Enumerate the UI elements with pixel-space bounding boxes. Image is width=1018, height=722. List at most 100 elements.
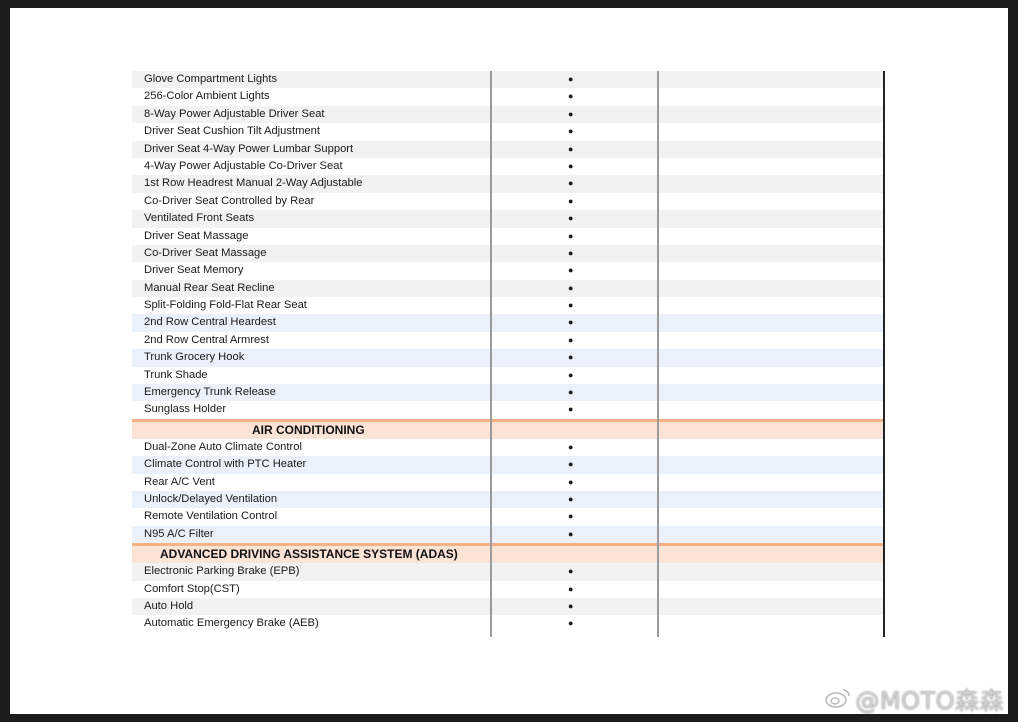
standard-mark: ●: [568, 265, 574, 276]
table-row: Climate Control with PTC Heater ●: [132, 456, 885, 474]
table-row: Co-Driver Seat Massage ●: [132, 244, 885, 263]
section-header-air-conditioning: AIR CONDITIONING: [132, 418, 885, 439]
section-header-adas: ADVANCED DRIVING ASSISTANCE SYSTEM (ADAS…: [132, 543, 885, 564]
table-row: N95 A/C Filter ●: [132, 525, 885, 544]
table-row: Manual Rear Seat Recline ●: [132, 279, 885, 298]
table-row: Driver Seat Cushion Tilt Adjustment ●: [132, 123, 885, 141]
table-row: Electronic Parking Brake (EPB) ●: [132, 563, 885, 581]
feature-label: Glove Compartment Lights: [144, 73, 278, 85]
document-page: Glove Compartment Lights ● 256-Color Ambie…: [10, 8, 1008, 714]
feature-label: Comfort Stop(CST): [144, 582, 240, 595]
standard-mark: ●: [568, 441, 574, 452]
standard-mark: ●: [568, 91, 574, 102]
standard-mark: ●: [568, 493, 574, 504]
section-title: ADVANCED DRIVING ASSISTANCE SYSTEM (ADAS…: [160, 547, 458, 562]
standard-mark: ●: [568, 300, 574, 311]
standard-mark: ●: [568, 600, 574, 611]
feature-label: N95 A/C Filter: [144, 527, 214, 540]
standard-mark: ●: [568, 213, 574, 224]
table-row: 8-Way Power Adjustable Driver Seat ●: [132, 105, 885, 124]
feature-label: Driver Seat Cushion Tilt Adjustment: [144, 125, 320, 138]
table-row: Automatic Emergency Brake (AEB) ●: [132, 615, 885, 633]
spec-table: Glove Compartment Lights ● 256-Color Ambie…: [132, 71, 885, 633]
table-row: Emergency Trunk Release ●: [132, 384, 885, 402]
feature-label: Dual-Zone Auto Climate Control: [144, 440, 302, 453]
feature-label: Electronic Parking Brake (EPB): [144, 565, 300, 578]
table-row: 2nd Row Central Armrest ●: [132, 331, 885, 350]
table-row: Remote Ventilation Control ●: [132, 508, 885, 526]
table-row: Trunk Shade ●: [132, 366, 885, 385]
standard-mark: ●: [568, 160, 574, 171]
adas-rows: Electronic Parking Brake (EPB) ● Comfort S…: [132, 563, 885, 633]
feature-label: Trunk Shade: [144, 368, 208, 381]
standard-mark: ●: [568, 108, 574, 119]
standard-mark: ●: [568, 352, 574, 363]
standard-mark: ●: [568, 459, 574, 470]
feature-label: Emergency Trunk Release: [144, 386, 276, 399]
standard-mark: ●: [568, 178, 574, 189]
weibo-icon: [825, 687, 851, 715]
feature-label: Co-Driver Seat Massage: [144, 246, 267, 259]
standard-mark: ●: [568, 404, 574, 415]
feature-label: Driver Seat 4-Way Power Lumbar Support: [144, 142, 354, 155]
table-row: Driver Seat Massage ●: [132, 227, 885, 245]
table-row: Comfort Stop(CST) ●: [132, 580, 885, 598]
standard-mark: ●: [568, 566, 574, 577]
column-divider: [490, 71, 492, 637]
standard-mark: ●: [568, 317, 574, 328]
table-row: Glove Compartment Lights ●: [132, 71, 885, 89]
standard-mark: ●: [568, 528, 574, 539]
standard-mark: ●: [568, 247, 574, 258]
feature-label: 4-Way Power Adjustable Co-Driver Seat: [144, 159, 343, 172]
comfort-rows: Glove Compartment Lights ● 256-Color Ambie…: [132, 71, 885, 419]
standard-mark: ●: [568, 476, 574, 487]
feature-label: Sunglass Holder: [144, 403, 227, 416]
feature-label: Auto Hold: [144, 599, 194, 612]
feature-label: Automatic Emergency Brake (AEB): [144, 617, 319, 630]
feature-label: Rear A/C Vent: [144, 475, 215, 488]
standard-mark: ●: [568, 511, 574, 522]
watermark: @MOTO森森: [825, 681, 1004, 716]
table-row: 2nd Row Central Heardest ●: [132, 314, 885, 332]
feature-label: Manual Rear Seat Recline: [144, 281, 275, 294]
standard-mark: ●: [568, 143, 574, 154]
section-title: AIR CONDITIONING: [252, 422, 365, 437]
feature-label: 1st Row Headrest Manual 2-Way Adjustable: [144, 177, 363, 190]
air-conditioning-rows: Dual-Zone Auto Climate Control ● Climate C…: [132, 438, 885, 544]
column-divider: [657, 71, 659, 637]
standard-mark: ●: [568, 618, 574, 629]
feature-label: Remote Ventilation Control: [144, 510, 278, 523]
table-row: Driver Seat Memory ●: [132, 262, 885, 280]
feature-label: Driver Seat Massage: [144, 229, 249, 242]
standard-mark: ●: [568, 230, 574, 241]
table-row: Unlock/Delayed Ventilation ●: [132, 490, 885, 509]
standard-mark: ●: [568, 334, 574, 345]
feature-label: Unlock/Delayed Ventilation: [144, 492, 278, 505]
table-row: 256-Color Ambient Lights ●: [132, 88, 885, 106]
table-row: Dual-Zone Auto Climate Control ●: [132, 438, 885, 457]
feature-label: 256-Color Ambient Lights: [144, 90, 270, 103]
standard-mark: ●: [568, 195, 574, 206]
watermark-text: @MOTO森森: [855, 687, 1004, 715]
feature-label: Split-Folding Fold-Flat Rear Seat: [144, 299, 307, 312]
table-row: Auto Hold ●: [132, 597, 885, 616]
table-row: Rear A/C Vent ●: [132, 473, 885, 491]
feature-label: Ventilated Front Seats: [144, 212, 255, 225]
standard-mark: ●: [568, 282, 574, 293]
standard-mark: ●: [568, 126, 574, 137]
feature-label: Climate Control with PTC Heater: [144, 458, 307, 471]
table-row: 4-Way Power Adjustable Co-Driver Seat ●: [132, 157, 885, 176]
feature-label: 8-Way Power Adjustable Driver Seat: [144, 107, 325, 120]
feature-label: 2nd Row Central Armrest: [144, 333, 269, 346]
table-row: 1st Row Headrest Manual 2-Way Adjustable…: [132, 175, 885, 193]
table-right-border: [883, 71, 885, 637]
table-row: Co-Driver Seat Controlled by Rear ●: [132, 192, 885, 211]
standard-mark: ●: [568, 583, 574, 594]
feature-label: Co-Driver Seat Controlled by Rear: [144, 194, 315, 207]
standard-mark: ●: [568, 387, 574, 398]
standard-mark: ●: [568, 369, 574, 380]
feature-label: Trunk Grocery Hook: [144, 351, 245, 364]
standard-mark: ●: [568, 74, 574, 84]
table-row: Driver Seat 4-Way Power Lumbar Support ●: [132, 140, 885, 158]
feature-label: Driver Seat Memory: [144, 264, 244, 277]
